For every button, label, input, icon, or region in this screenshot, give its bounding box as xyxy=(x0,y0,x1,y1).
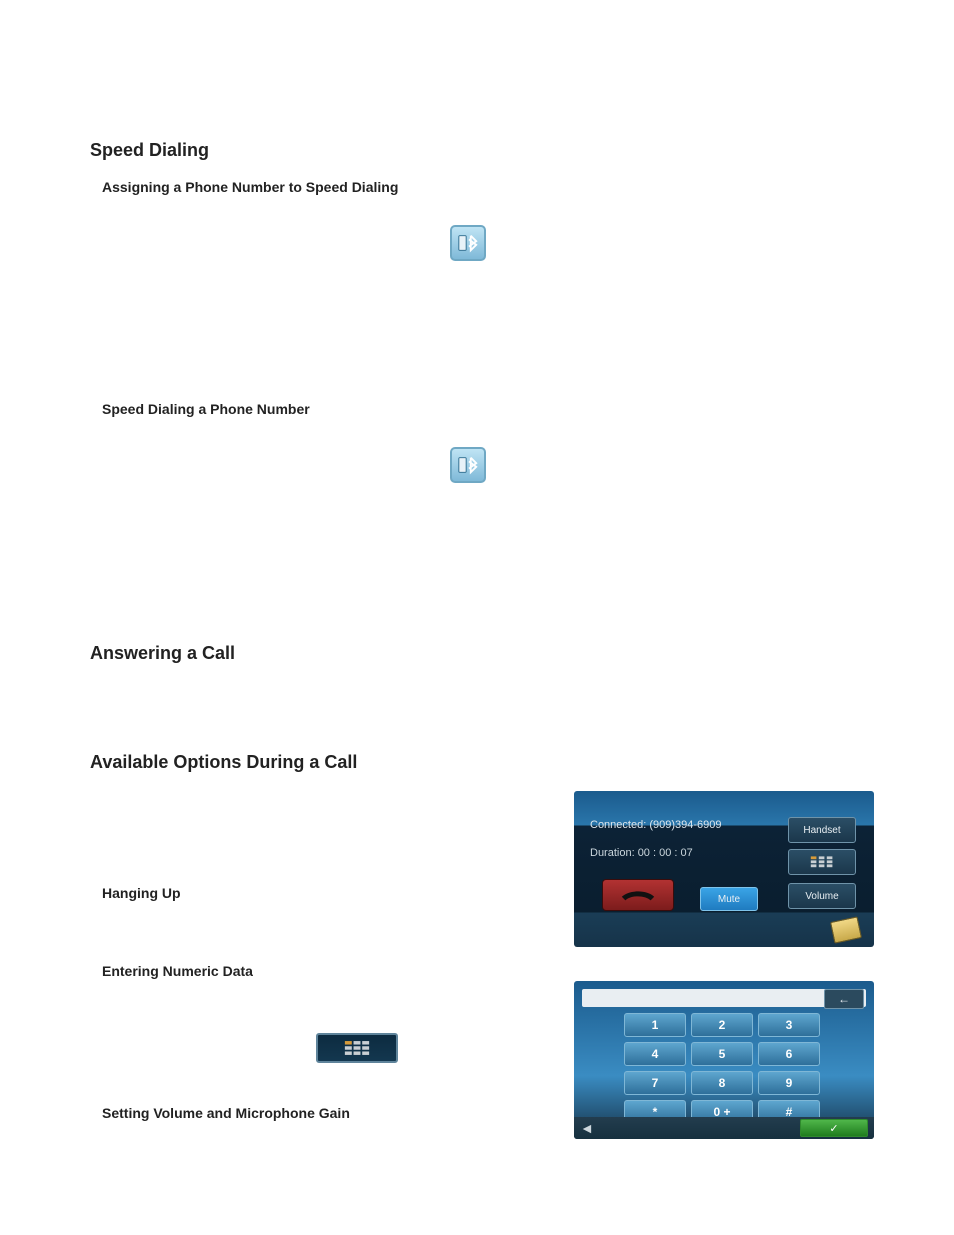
heading-speed-dialing: Speed Dialing xyxy=(90,140,874,161)
key-9[interactable]: 9 xyxy=(758,1071,820,1095)
key-7[interactable]: 7 xyxy=(624,1071,686,1095)
key-2[interactable]: 2 xyxy=(691,1013,753,1037)
hangup-button[interactable] xyxy=(602,879,674,911)
keypad-button[interactable] xyxy=(788,849,856,875)
connected-label: Connected: (909)394-6909 xyxy=(590,819,721,831)
key-4[interactable]: 4 xyxy=(624,1042,686,1066)
screenshot-keypad: ← 1 2 3 4 5 6 7 8 9 * 0 + # ◄ ✓ xyxy=(574,981,874,1139)
mute-button[interactable]: Mute xyxy=(700,887,758,911)
backspace-button[interactable]: ← xyxy=(824,989,864,1009)
heading-hanging-up: Hanging Up xyxy=(102,885,546,901)
heading-available-options: Available Options During a Call xyxy=(90,752,874,773)
heading-answering-call: Answering a Call xyxy=(90,643,874,664)
key-6[interactable]: 6 xyxy=(758,1042,820,1066)
body-text xyxy=(102,425,874,443)
heading-assign-speed-dial: Assigning a Phone Number to Speed Dialin… xyxy=(102,179,874,195)
heading-speed-dial-number: Speed Dialing a Phone Number xyxy=(102,401,874,417)
handset-button[interactable]: Handset xyxy=(788,817,856,843)
bluetooth-phone-icon xyxy=(450,225,486,261)
heading-entering-numeric: Entering Numeric Data xyxy=(102,963,546,979)
map-icon[interactable] xyxy=(830,916,862,943)
ok-button[interactable]: ✓ xyxy=(800,1119,868,1137)
body-text xyxy=(102,203,874,221)
back-button[interactable]: ◄ xyxy=(580,1120,594,1136)
key-1[interactable]: 1 xyxy=(624,1013,686,1037)
duration-label: Duration: 00 : 00 : 07 xyxy=(590,847,693,859)
key-5[interactable]: 5 xyxy=(691,1042,753,1066)
key-8[interactable]: 8 xyxy=(691,1071,753,1095)
heading-volume-gain: Setting Volume and Microphone Gain xyxy=(102,1105,546,1121)
key-3[interactable]: 3 xyxy=(758,1013,820,1037)
body-text xyxy=(102,987,546,1005)
volume-button[interactable]: Volume xyxy=(788,883,856,909)
screenshot-call-in-progress: Connected: (909)394-6909 Duration: 00 : … xyxy=(574,791,874,947)
bluetooth-phone-icon xyxy=(450,447,486,483)
keypad-icon xyxy=(316,1033,398,1063)
